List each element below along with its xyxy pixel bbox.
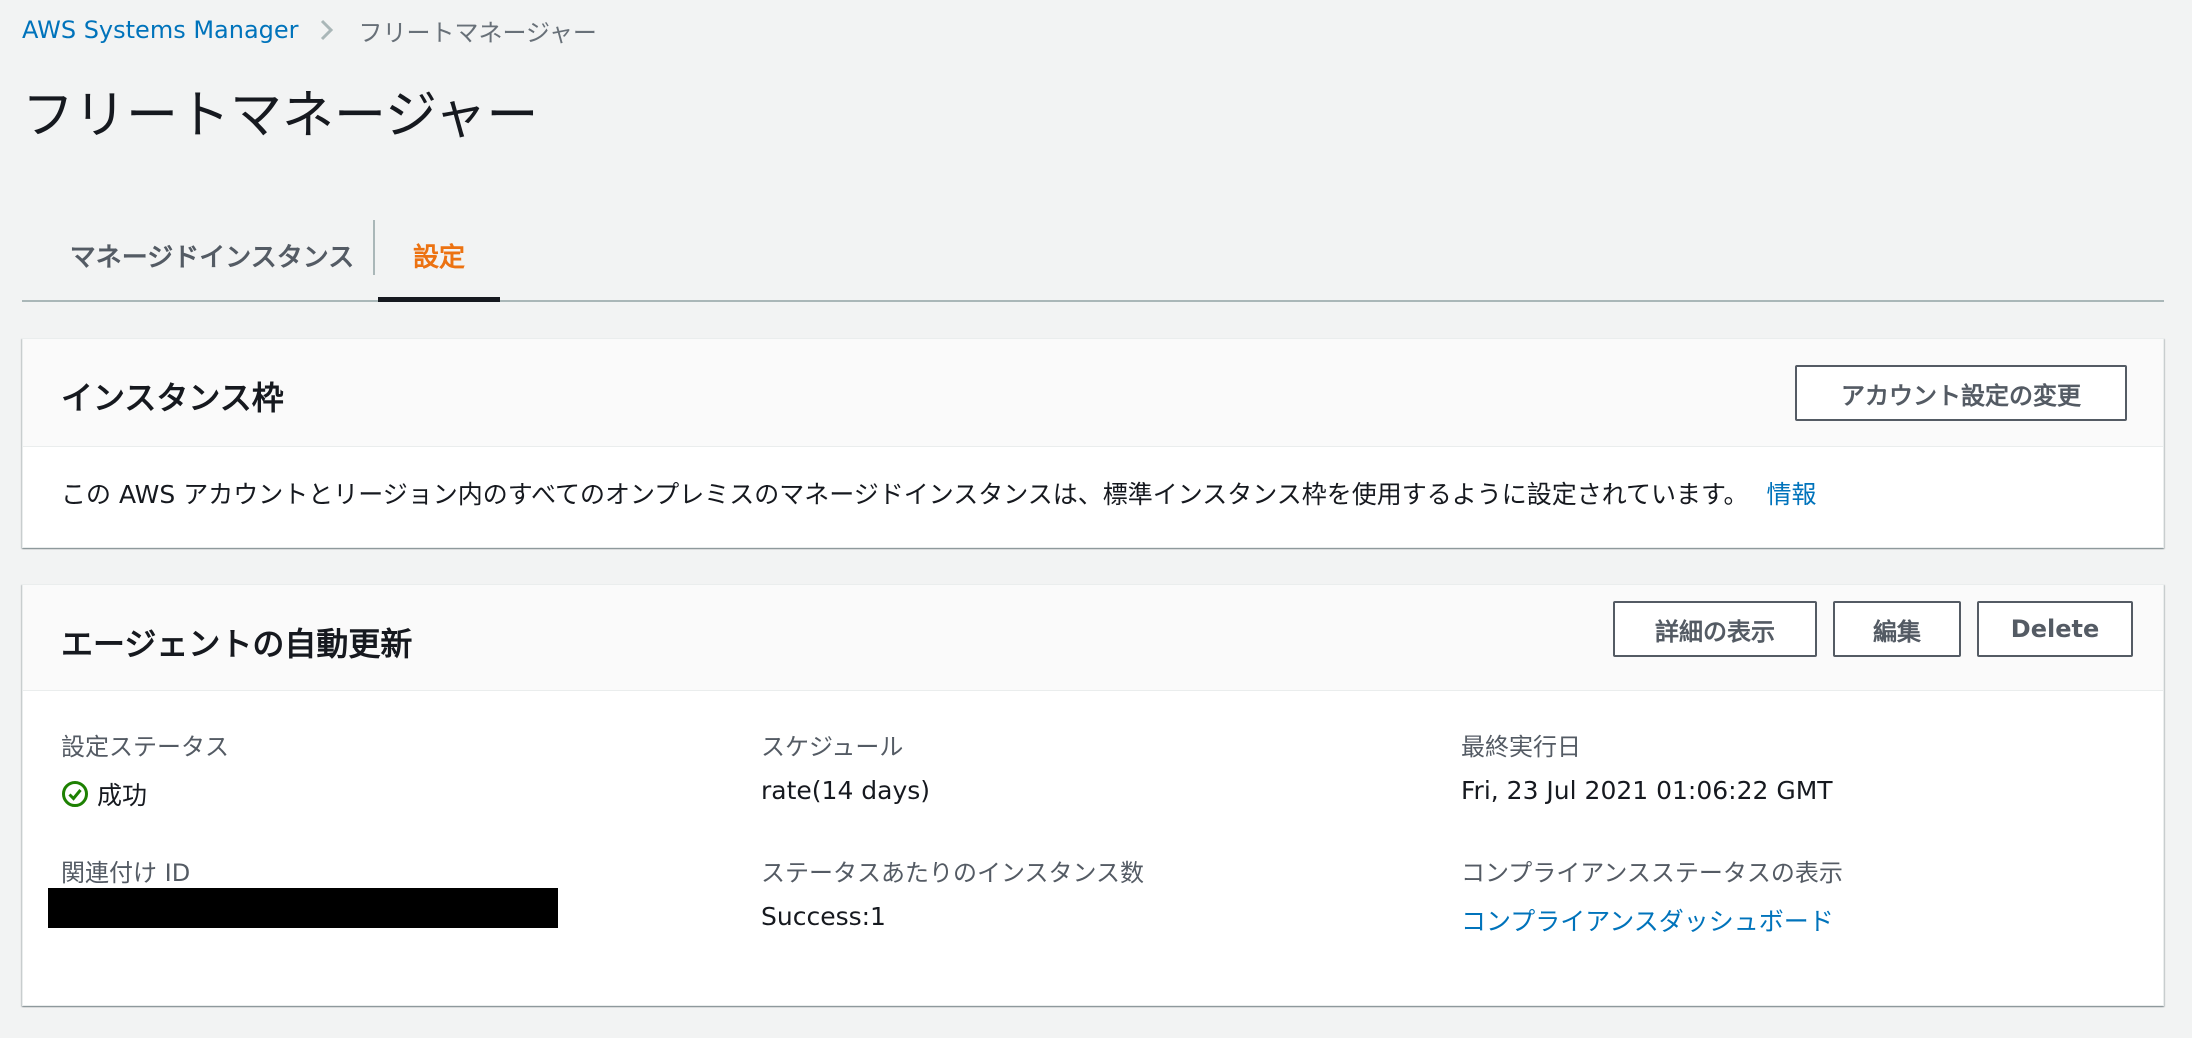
association-id-redacted bbox=[48, 888, 558, 928]
tab-settings[interactable]: 設定 bbox=[378, 210, 500, 302]
instance-tier-title: インスタンス枠 bbox=[61, 379, 284, 417]
instance-tier-description-row: この AWS アカウントとリージョン内のすべてのオンプレミスのマネージドインスタ… bbox=[61, 475, 1817, 511]
last-run-label: 最終実行日 bbox=[1461, 733, 1581, 761]
last-run-field: 最終実行日 Fri, 23 Jul 2021 01:06:22 GMT bbox=[1461, 727, 1833, 805]
chevron-right-icon bbox=[319, 18, 335, 42]
config-status-value-row: 成功 bbox=[61, 776, 229, 812]
agent-auto-update-header: エージェントの自動更新 詳細の表示 編集 Delete bbox=[23, 585, 2163, 691]
compliance-field: コンプライアンスステータスの表示 コンプライアンスダッシュボード bbox=[1461, 853, 1843, 938]
breadcrumb-systems-manager-link[interactable]: AWS Systems Manager bbox=[22, 16, 299, 44]
config-status-value: 成功 bbox=[97, 781, 148, 810]
compliance-label: コンプライアンスステータスの表示 bbox=[1461, 859, 1843, 887]
delete-button[interactable]: Delete bbox=[1977, 601, 2133, 657]
agent-auto-update-panel: エージェントの自動更新 詳細の表示 編集 Delete 設定ステータス 成功 ス… bbox=[22, 584, 2164, 1006]
agent-auto-update-title: エージェントの自動更新 bbox=[61, 625, 413, 663]
breadcrumb: AWS Systems Manager フリートマネージャー bbox=[22, 10, 597, 50]
check-circle-icon bbox=[61, 780, 89, 808]
instances-per-status-value: Success:1 bbox=[761, 902, 886, 931]
tab-managed-instances[interactable]: マネージドインスタンス bbox=[62, 210, 362, 300]
compliance-dashboard-link[interactable]: コンプライアンスダッシュボード bbox=[1461, 902, 1843, 938]
association-id-label: 関連付け ID bbox=[61, 859, 191, 887]
tab-bar: マネージドインスタンス 設定 bbox=[22, 210, 2164, 302]
config-status-label: 設定ステータス bbox=[61, 733, 229, 761]
page-title: フリートマネージャー bbox=[22, 86, 539, 146]
schedule-value: rate(14 days) bbox=[761, 776, 931, 805]
breadcrumb-current: フリートマネージャー bbox=[358, 18, 597, 47]
edit-button[interactable]: 編集 bbox=[1833, 601, 1961, 657]
instance-tier-panel: インスタンス枠 アカウント設定の変更 この AWS アカウントとリージョン内のす… bbox=[22, 338, 2164, 548]
instances-per-status-field: ステータスあたりのインスタンス数 Success:1 bbox=[761, 853, 1144, 931]
tab-divider bbox=[373, 220, 375, 275]
instance-tier-description: この AWS アカウントとリージョン内のすべてのオンプレミスのマネージドインスタ… bbox=[61, 480, 1749, 509]
change-account-settings-button[interactable]: アカウント設定の変更 bbox=[1795, 365, 2127, 421]
schedule-label: スケジュール bbox=[761, 733, 904, 761]
instances-per-status-label: ステータスあたりのインスタンス数 bbox=[761, 859, 1145, 887]
info-link[interactable]: 情報 bbox=[1766, 480, 1816, 509]
config-status-field: 設定ステータス 成功 bbox=[61, 727, 229, 812]
instance-tier-header: インスタンス枠 アカウント設定の変更 bbox=[23, 339, 2163, 447]
view-details-button[interactable]: 詳細の表示 bbox=[1613, 601, 1817, 657]
association-id-field: 関連付け ID bbox=[61, 853, 190, 888]
schedule-field: スケジュール rate(14 days) bbox=[761, 727, 930, 805]
last-run-value: Fri, 23 Jul 2021 01:06:22 GMT bbox=[1461, 776, 1833, 805]
